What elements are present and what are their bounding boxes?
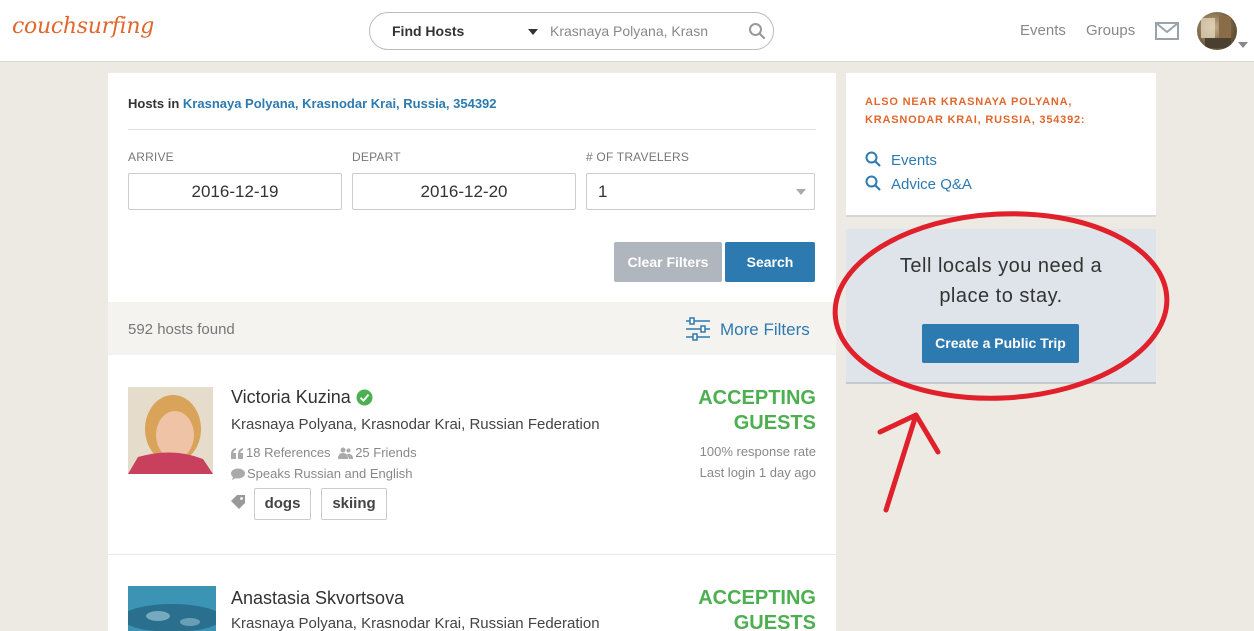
references-count[interactable]: 18 References bbox=[246, 445, 331, 460]
response-rate: 100% response rate bbox=[699, 444, 816, 459]
account-menu-chevron-icon[interactable] bbox=[1238, 42, 1248, 48]
mail-icon[interactable] bbox=[1155, 22, 1179, 40]
sidebar-link-label[interactable]: Events bbox=[891, 152, 937, 169]
top-header: couchsurfing Find Hosts Krasnaya Polyana… bbox=[0, 0, 1254, 62]
status-line: ACCEPTING bbox=[698, 587, 816, 609]
tag-icon bbox=[231, 495, 245, 509]
sidebar-link-advice[interactable]: Advice Q&A bbox=[865, 175, 972, 193]
languages-text: Speaks Russian and English bbox=[247, 466, 413, 481]
results-bar: 592 hosts found More Filters bbox=[108, 302, 836, 355]
status-line: GUESTS bbox=[733, 412, 816, 434]
hosts-in-heading: Hosts in Krasnaya Polyana, Krasnodar Kra… bbox=[128, 96, 497, 111]
also-near-heading: ALSO NEAR KRASNAYA POLYANA, KRASNODAR KR… bbox=[865, 96, 1086, 126]
travelers-value: 1 bbox=[598, 182, 608, 201]
prompt-line: Tell locals you need a bbox=[899, 255, 1103, 277]
search-mode-select[interactable]: Find Hosts bbox=[392, 23, 464, 39]
host-card[interactable]: Victoria Kuzina Krasnaya Polyana, Krasno… bbox=[108, 355, 836, 553]
filters-sliders-icon[interactable] bbox=[685, 316, 711, 342]
arrive-date-input[interactable]: 2016-12-19 bbox=[128, 173, 342, 210]
chevron-down-icon bbox=[796, 189, 806, 195]
status-line: GUESTS bbox=[733, 612, 816, 631]
public-trip-panel: Tell locals you need a place to stay. Cr… bbox=[846, 229, 1156, 384]
depart-date-input[interactable]: 2016-12-20 bbox=[352, 173, 576, 210]
speech-bubble-icon bbox=[231, 468, 245, 480]
quote-icon bbox=[231, 448, 243, 459]
results-count: 592 hosts found bbox=[128, 321, 235, 338]
last-login: Last login 1 day ago bbox=[699, 465, 816, 480]
search-bar[interactable]: Find Hosts Krasnaya Polyana, Krasn bbox=[369, 12, 774, 50]
host-location: Krasnaya Polyana, Krasnodar Krai, Russia… bbox=[231, 615, 600, 631]
annotation-arrow bbox=[877, 412, 941, 513]
arrive-label: ARRIVE bbox=[128, 150, 174, 164]
status-line: ACCEPTING bbox=[698, 387, 816, 409]
create-public-trip-button[interactable]: Create a Public Trip bbox=[922, 324, 1079, 363]
prompt-line: place to stay. bbox=[939, 285, 1063, 307]
hosts-in-prefix: Hosts in bbox=[128, 96, 183, 111]
hosts-location-link[interactable]: Krasnaya Polyana, Krasnodar Krai, Russia… bbox=[183, 96, 497, 111]
friends-icon bbox=[338, 447, 354, 459]
host-name[interactable]: Anastasia Skvortsova bbox=[231, 588, 404, 609]
accepting-guests-status: ACCEPTING GUESTS bbox=[698, 386, 816, 436]
sidebar-link-label[interactable]: Advice Q&A bbox=[891, 176, 972, 193]
public-trip-prompt: Tell locals you need a place to stay. bbox=[846, 251, 1156, 311]
search-results-panel: Hosts in Krasnaya Polyana, Krasnodar Kra… bbox=[108, 73, 836, 631]
search-icon bbox=[865, 151, 881, 167]
user-avatar[interactable] bbox=[1197, 12, 1237, 50]
host-stats: 18 References 25 Friends bbox=[231, 445, 417, 460]
also-near-panel: ALSO NEAR KRASNAYA POLYANA, KRASNODAR KR… bbox=[846, 73, 1156, 217]
travelers-label: # OF TRAVELERS bbox=[586, 150, 690, 164]
search-button[interactable]: Search bbox=[725, 242, 815, 282]
interest-tag[interactable]: skiing bbox=[321, 488, 387, 520]
host-location: Krasnaya Polyana, Krasnodar Krai, Russia… bbox=[231, 416, 600, 433]
interest-tag[interactable]: dogs bbox=[254, 488, 311, 520]
search-icon[interactable] bbox=[748, 22, 766, 40]
nav-groups-link[interactable]: Groups bbox=[1086, 22, 1135, 39]
host-card[interactable]: Anastasia Skvortsova Krasnaya Polyana, K… bbox=[108, 554, 836, 631]
clear-filters-button[interactable]: Clear Filters bbox=[614, 242, 722, 282]
depart-label: DEPART bbox=[352, 150, 401, 164]
search-icon bbox=[865, 175, 881, 191]
more-filters-link[interactable]: More Filters bbox=[720, 320, 810, 340]
couchsurfing-logo[interactable]: couchsurfing bbox=[12, 14, 154, 39]
host-photo[interactable] bbox=[128, 387, 213, 474]
host-name[interactable]: Victoria Kuzina bbox=[231, 387, 351, 408]
divider bbox=[128, 129, 816, 130]
sidebar-link-events[interactable]: Events bbox=[865, 151, 937, 169]
host-photo[interactable] bbox=[128, 586, 216, 631]
search-location-input[interactable]: Krasnaya Polyana, Krasn bbox=[550, 23, 710, 39]
accepting-guests-status: ACCEPTING GUESTS bbox=[698, 586, 816, 631]
host-languages: Speaks Russian and English bbox=[231, 466, 413, 481]
travelers-select[interactable]: 1 bbox=[586, 173, 815, 210]
nav-events-link[interactable]: Events bbox=[1020, 22, 1066, 39]
friends-count[interactable]: 25 Friends bbox=[355, 445, 416, 460]
verified-check-icon bbox=[356, 389, 373, 406]
chevron-down-icon[interactable] bbox=[528, 29, 538, 35]
